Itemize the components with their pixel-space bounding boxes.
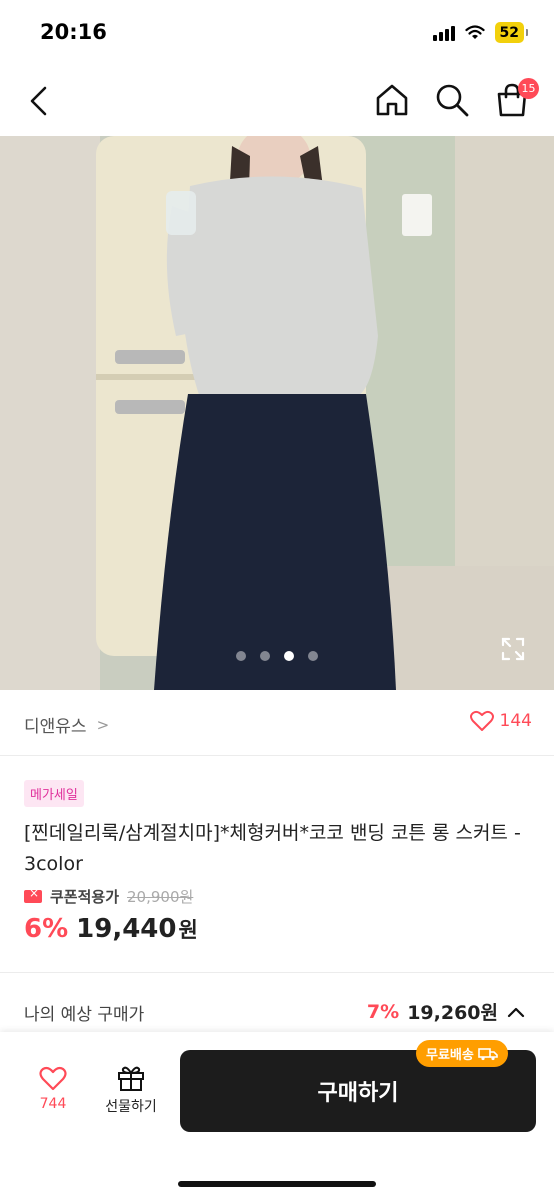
bottom-action-bar: 744 선물하기 구매하기 무료배송 (0, 1032, 554, 1200)
discount-rate: 6% (24, 914, 69, 944)
expected-price-summary: 7% 19,260원 (367, 998, 526, 1025)
wish-button[interactable]: 744 (30, 1066, 76, 1112)
brand-name: 디앤유스 (24, 717, 87, 737)
truck-icon (478, 1047, 498, 1060)
coupon-icon (24, 886, 42, 903)
status-time: 20:16 (40, 20, 107, 44)
divider (0, 972, 554, 973)
chevron-left-icon (30, 86, 47, 116)
free-shipping-badge: 무료배송 (416, 1040, 508, 1067)
cart-count-badge: 15 (518, 78, 539, 99)
expected-price-label: 나의 예상 구매가 (24, 1005, 145, 1025)
home-icon[interactable] (374, 82, 410, 118)
sale-badge: 메가세일 (24, 780, 84, 807)
gallery-dots (0, 651, 554, 661)
back-button[interactable] (18, 80, 58, 122)
gallery-dot[interactable] (236, 651, 246, 661)
gift-button[interactable]: 선물하기 (96, 1064, 166, 1116)
coupon-label: 쿠폰적용가 (50, 888, 120, 906)
expected-discount: 7% (366, 1000, 400, 1023)
product-title: [찐데일리룩/삼계절치마]*체형커버*코코 밴딩 코튼 롱 스커트 - 3col… (24, 822, 521, 875)
chevron-up-icon[interactable] (506, 1005, 526, 1019)
price-unit: 원 (178, 918, 198, 942)
search-icon[interactable] (434, 82, 470, 118)
product-image[interactable] (0, 136, 554, 690)
home-indicator (178, 1181, 376, 1187)
expand-icon[interactable] (500, 636, 526, 662)
free-shipping-label: 무료배송 (426, 1048, 474, 1063)
top-nav: 15 (0, 66, 554, 136)
battery-tip (526, 29, 528, 36)
brand-wish-button[interactable]: 144 (469, 710, 532, 732)
signal-icon (432, 25, 455, 41)
expected-price-row[interactable]: 나의 예상 구매가 7% 19,260원 (0, 992, 554, 1032)
battery-indicator: 52 (494, 22, 524, 43)
gift-label: 선물하기 (105, 1099, 157, 1115)
status-bar: 20:16 52 (0, 0, 554, 66)
product-photo (0, 136, 554, 690)
gallery-dot[interactable] (308, 651, 318, 661)
expected-price: 19,260원 (407, 1002, 498, 1024)
gift-icon (118, 1066, 144, 1091)
sale-price: 19,440 (76, 914, 177, 944)
wish-count: 144 (499, 711, 532, 731)
brand-row: 디앤유스 > 144 (0, 690, 554, 756)
heart-icon (39, 1066, 67, 1091)
heart-icon (469, 710, 494, 731)
price-row: 6% 19,440 원 (24, 914, 198, 944)
wifi-icon (464, 24, 485, 39)
wish-button-count: 744 (39, 1096, 67, 1112)
gallery-dot-active[interactable] (284, 651, 294, 661)
coupon-row: 쿠폰적용가 20,900원 (24, 886, 193, 907)
gallery-dot[interactable] (260, 651, 270, 661)
status-icons: 52 (432, 22, 528, 43)
original-price: 20,900원 (127, 888, 194, 906)
brand-link[interactable]: 디앤유스 > (24, 712, 110, 738)
chevron-right-icon: > (96, 715, 110, 734)
